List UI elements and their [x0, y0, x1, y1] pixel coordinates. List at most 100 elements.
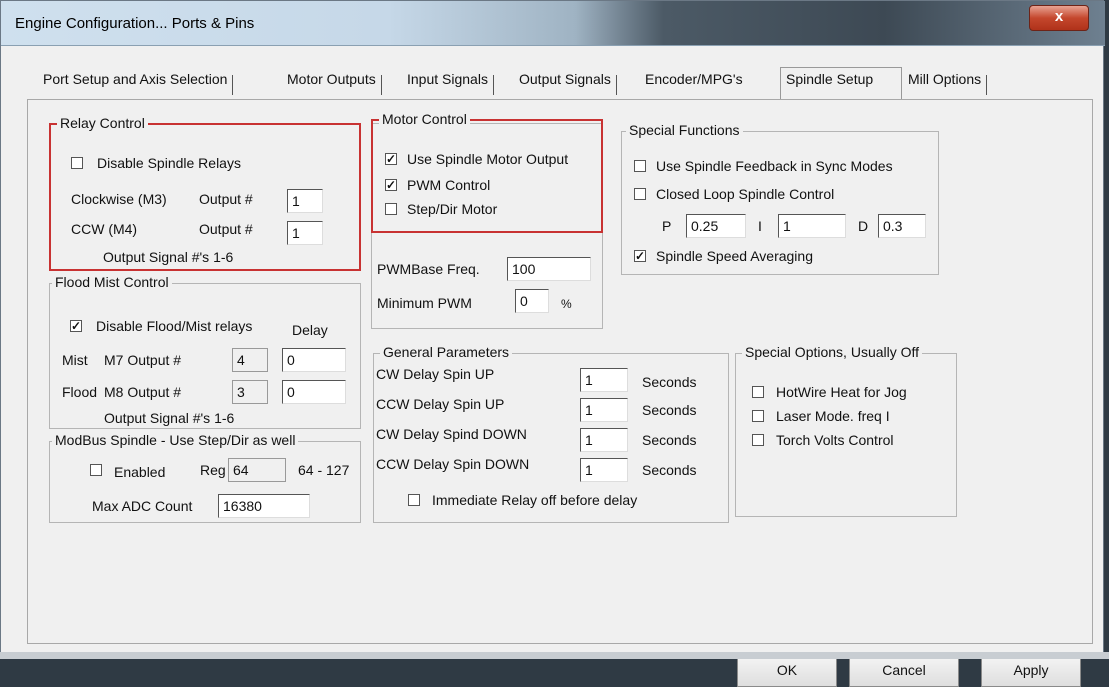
mist-delay-field[interactable]: 0: [282, 348, 346, 372]
speed-averaging-checkbox[interactable]: ✓: [634, 250, 646, 262]
dialog-client: Port Setup and Axis Selection Motor Outp…: [9, 47, 1097, 687]
checkbox-label: PWM Control: [407, 177, 491, 193]
motor-control-group: Motor Control ✓ Use Spindle Motor Output…: [371, 111, 603, 233]
laser-mode-checkbox[interactable]: [752, 410, 764, 422]
checkbox-label: Closed Loop Spindle Control: [656, 186, 835, 202]
pwm-control-checkbox[interactable]: ✓: [385, 179, 397, 191]
disable-spindle-relays-checkbox[interactable]: [71, 157, 83, 169]
taskbar-strip: [0, 652, 1109, 659]
flood-output-label: M8 Output #: [104, 384, 182, 400]
special-functions-group: Special Functions Use Spindle Feedback i…: [621, 122, 939, 275]
pwm-base-field[interactable]: 100: [507, 257, 591, 281]
ccw-label: CCW (M4): [71, 221, 138, 237]
use-spindle-motor-checkbox[interactable]: ✓: [385, 153, 397, 165]
check-mark-icon: ✓: [635, 249, 646, 263]
check-mark-icon: ✓: [71, 319, 82, 333]
group-legend: General Parameters: [380, 344, 513, 360]
tab-motor-outputs[interactable]: Motor Outputs: [287, 71, 382, 97]
immediate-relay-checkbox[interactable]: [408, 494, 420, 506]
d-field[interactable]: 0.3: [878, 214, 926, 238]
checkbox-label: Torch Volts Control: [776, 432, 894, 448]
special-options-group: Special Options, Usually Off HotWire Hea…: [735, 344, 957, 517]
flood-output-field[interactable]: 3: [232, 380, 268, 404]
tab-label: Port Setup and Axis Selection: [43, 71, 228, 87]
i-label: I: [758, 218, 762, 234]
p-field[interactable]: 0.25: [686, 214, 746, 238]
min-pwm-label: Minimum PWM: [377, 295, 472, 311]
tab-label: Motor Outputs: [287, 71, 376, 87]
flood-label: Flood: [62, 384, 98, 400]
output-note: Output Signal #'s 1-6: [104, 410, 235, 426]
disable-flood-mist-checkbox[interactable]: ✓: [70, 320, 82, 332]
tab-label: Input Signals: [407, 71, 488, 87]
group-legend: Motor Control: [379, 111, 470, 127]
i-field[interactable]: 1: [778, 214, 846, 238]
p-label: P: [662, 218, 672, 234]
reg-label: Reg: [200, 462, 226, 478]
delay-label: Delay: [292, 322, 328, 338]
tab-output-signals[interactable]: Output Signals: [519, 71, 617, 97]
reg-range: 64 - 127: [298, 462, 350, 478]
reg-field[interactable]: 64: [228, 458, 286, 482]
check-mark-icon: ✓: [386, 152, 397, 166]
max-adc-label: Max ADC Count: [92, 498, 193, 514]
closed-loop-checkbox[interactable]: [634, 188, 646, 200]
cw-label: Clockwise (M3): [71, 191, 167, 207]
tab-label: Encoder/MPG's: [645, 71, 743, 87]
torch-volts-checkbox[interactable]: [752, 434, 764, 446]
param-field[interactable]: 1: [580, 368, 628, 392]
window-title: Engine Configuration... Ports & Pins: [15, 15, 255, 32]
param-label: CCW Delay Spin DOWN: [376, 456, 530, 472]
param-field[interactable]: 1: [580, 398, 628, 422]
tab-spindle-setup[interactable]: Spindle Setup: [786, 71, 873, 97]
param-label: CW Delay Spind DOWN: [376, 426, 527, 442]
tab-encoder-mpg[interactable]: Encoder/MPG's: [645, 71, 743, 97]
param-unit: Seconds: [642, 374, 697, 390]
param-unit: Seconds: [642, 402, 697, 418]
group-legend: Relay Control: [57, 115, 148, 131]
flood-mist-group: Flood Mist Control ✓ Disable Flood/Mist …: [49, 274, 361, 429]
output-label: Output #: [199, 191, 253, 207]
param-label: CCW Delay Spin UP: [376, 396, 505, 412]
param-label: CW Delay Spin UP: [376, 366, 495, 382]
output-note: Output Signal #'s 1-6: [103, 249, 234, 265]
checkbox-label: HotWire Heat for Jog: [776, 384, 907, 400]
max-adc-field[interactable]: 16380: [218, 494, 310, 518]
param-field[interactable]: 1: [580, 458, 628, 482]
tab-port-setup[interactable]: Port Setup and Axis Selection: [43, 71, 234, 97]
step-dir-motor-checkbox[interactable]: [385, 203, 397, 215]
cw-output-field[interactable]: 1: [287, 189, 323, 213]
general-parameters-group: General Parameters CW Delay Spin UP 1 Se…: [373, 344, 729, 523]
checkbox-label: Use Spindle Motor Output: [407, 151, 569, 167]
close-button[interactable]: x: [1029, 5, 1089, 31]
group-legend: Flood Mist Control: [52, 274, 172, 290]
checkbox-label: Use Spindle Feedback in Sync Modes: [656, 158, 893, 174]
hotwire-checkbox[interactable]: [752, 386, 764, 398]
flood-delay-field[interactable]: 0: [282, 380, 346, 404]
check-mark-icon: ✓: [386, 178, 397, 192]
checkbox-label: Enabled: [114, 464, 166, 480]
tab-mill-options[interactable]: Mill Options: [908, 71, 988, 97]
group-legend: Special Functions: [626, 122, 743, 138]
checkbox-label: Spindle Speed Averaging: [656, 248, 813, 264]
config-dialog: Engine Configuration... Ports & Pins x P…: [0, 0, 1105, 687]
tab-label: Mill Options: [908, 71, 982, 87]
param-field[interactable]: 1: [580, 428, 628, 452]
spindle-feedback-checkbox[interactable]: [634, 160, 646, 172]
output-label: Output #: [199, 221, 253, 237]
tab-label: Output Signals: [519, 71, 611, 87]
param-unit: Seconds: [642, 462, 697, 478]
checkbox-label: Immediate Relay off before delay: [432, 492, 638, 508]
param-unit: Seconds: [642, 432, 697, 448]
tab-label: Spindle Setup: [786, 71, 874, 87]
mist-output-label: M7 Output #: [104, 352, 182, 368]
tab-input-signals[interactable]: Input Signals: [407, 71, 494, 97]
percent-unit: %: [561, 297, 572, 311]
ccw-output-field[interactable]: 1: [287, 221, 323, 245]
mist-label: Mist: [62, 352, 88, 368]
min-pwm-field[interactable]: 0: [515, 289, 549, 313]
title-bar: Engine Configuration... Ports & Pins x: [1, 1, 1105, 46]
modbus-enabled-checkbox[interactable]: [90, 464, 102, 476]
mist-output-field[interactable]: 4: [232, 348, 268, 372]
pwm-base-label: PWMBase Freq.: [377, 261, 480, 277]
